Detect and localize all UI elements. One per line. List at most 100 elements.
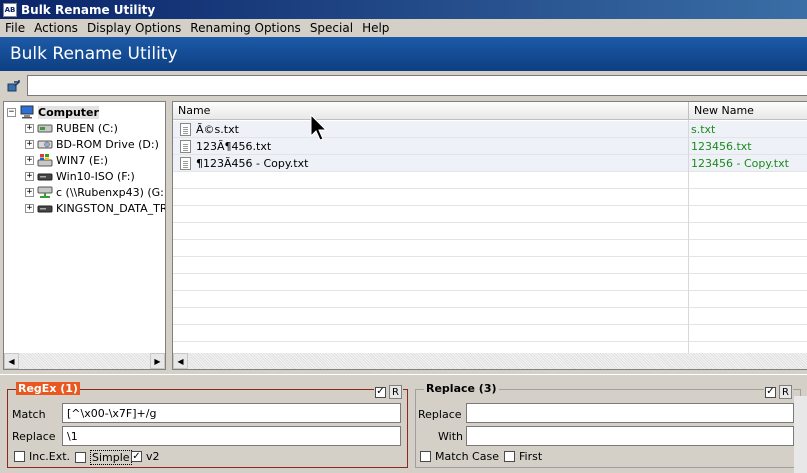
column-header-new-name[interactable]: New Name xyxy=(689,102,807,120)
empty-row xyxy=(173,274,807,291)
expand-icon[interactable]: + xyxy=(25,171,34,181)
scroll-track[interactable] xyxy=(19,353,150,369)
with-input[interactable] xyxy=(466,426,794,446)
menu-special[interactable]: Special xyxy=(307,21,356,35)
empty-row xyxy=(173,325,807,342)
scroll-left-icon[interactable]: ◀ xyxy=(4,353,19,369)
regex-group-controls: ✓ R xyxy=(374,385,403,399)
path-bar xyxy=(0,74,807,98)
hard-drive-icon xyxy=(37,124,53,133)
tree-label-drive: c (\\Rubenxp43) (G:) xyxy=(56,185,166,199)
first-label: First xyxy=(519,450,543,463)
regex-match-input[interactable] xyxy=(62,403,401,423)
tree-label-computer: Computer xyxy=(38,105,99,119)
tree-node-drive[interactable]: + RUBEN (C:) xyxy=(25,120,118,136)
tree-label-drive: KINGSTON_DATA_TR... xyxy=(56,201,166,215)
column-divider xyxy=(688,120,689,355)
expand-icon[interactable]: + xyxy=(25,123,34,133)
v2-label: v2 xyxy=(146,450,160,463)
tree-label-drive: RUBEN (C:) xyxy=(56,121,118,135)
file-list: Name New Name Ã©s.txt s.txt 123Ã¶456.txt… xyxy=(172,101,807,370)
tree-node-drive[interactable]: + KINGSTON_DATA_TR... xyxy=(25,200,166,216)
menu-actions[interactable]: Actions xyxy=(31,21,81,35)
path-browse-button[interactable] xyxy=(5,78,22,95)
scroll-left-icon[interactable]: ◀ xyxy=(173,353,188,369)
scroll-track[interactable] xyxy=(188,353,807,369)
regex-enable-checkbox[interactable]: ✓ xyxy=(375,386,386,398)
regex-reset-button[interactable]: R xyxy=(389,385,402,399)
first-option[interactable]: First xyxy=(504,450,542,463)
column-header-name[interactable]: Name xyxy=(173,102,689,120)
expand-icon[interactable]: + xyxy=(25,155,34,165)
regex-replace-input[interactable] xyxy=(62,426,401,446)
file-name: ¶123Ã456 - Copy.txt xyxy=(196,157,309,170)
replace-reset-button[interactable]: R xyxy=(779,385,792,399)
renaming-options-area: RegEx (1) ✓ R Match Replace Inc.Ext. Sim… xyxy=(0,374,807,473)
file-name-cell: 123Ã¶456.txt xyxy=(180,138,271,155)
tree-node-drive[interactable]: + BD-ROM Drive (D:) xyxy=(25,136,159,152)
simple-option[interactable]: Simple xyxy=(75,450,132,465)
menu-help[interactable]: Help xyxy=(359,21,392,35)
menu-file[interactable]: File xyxy=(2,21,28,35)
path-input[interactable] xyxy=(27,75,807,96)
tree-horizontal-scrollbar[interactable]: ◀ ▶ xyxy=(4,353,165,369)
expand-icon[interactable]: + xyxy=(25,139,34,149)
empty-row xyxy=(173,223,807,240)
computer-icon xyxy=(20,105,34,119)
text-file-icon xyxy=(180,140,191,153)
file-row[interactable]: 123Ã¶456.txt 123456.txt xyxy=(173,138,807,155)
tree-node-computer[interactable]: − Computer xyxy=(7,104,99,120)
regex-replace-label: Replace xyxy=(12,430,56,443)
usb-drive-icon xyxy=(37,173,53,181)
new-file-name: s.txt xyxy=(691,123,716,136)
tree-label-drive: BD-ROM Drive (D:) xyxy=(56,137,159,151)
file-name: 123Ã¶456.txt xyxy=(196,140,272,153)
inc-ext-checkbox[interactable] xyxy=(14,451,25,462)
match-case-option[interactable]: Match Case xyxy=(420,450,499,463)
inc-ext-label: Inc.Ext. xyxy=(29,450,71,463)
match-case-label: Match Case xyxy=(435,450,499,463)
tree-node-drive[interactable]: + c (\\Rubenxp43) (G:) xyxy=(25,184,166,200)
simple-checkbox[interactable] xyxy=(75,452,86,463)
expand-icon[interactable]: + xyxy=(25,187,34,197)
empty-row xyxy=(173,308,807,325)
folder-arrow-icon xyxy=(7,80,20,92)
first-checkbox[interactable] xyxy=(504,451,515,462)
empty-row xyxy=(173,291,807,308)
replace-enable-checkbox[interactable]: ✓ xyxy=(765,386,776,398)
mouse-cursor-icon xyxy=(310,114,328,141)
network-drive-icon xyxy=(37,186,53,198)
replace-input[interactable] xyxy=(466,403,794,423)
file-row[interactable]: Ã©s.txt s.txt xyxy=(173,121,807,138)
tree-label-drive: Win10-ISO (F:) xyxy=(56,169,135,183)
scroll-right-icon[interactable]: ▶ xyxy=(150,353,165,369)
replace-label: Replace xyxy=(418,408,462,421)
app-banner: Bulk Rename Utility xyxy=(0,37,807,71)
usb-drive-icon xyxy=(37,205,53,213)
v2-checkbox[interactable]: ✓ xyxy=(131,451,142,462)
options-vertical-scrollbar[interactable] xyxy=(794,396,807,473)
regex-match-label: Match xyxy=(12,408,46,421)
collapse-icon[interactable]: − xyxy=(7,107,16,117)
match-case-checkbox[interactable] xyxy=(420,451,431,462)
text-file-icon xyxy=(180,123,191,136)
menu-renaming-options[interactable]: Renaming Options xyxy=(187,21,304,35)
window-title: Bulk Rename Utility xyxy=(21,2,156,17)
file-row[interactable]: ¶123Ã456 - Copy.txt 123456 - Copy.txt xyxy=(173,155,807,172)
expand-icon[interactable]: + xyxy=(25,203,34,213)
replace-group: Replace (3) ✓ R Replace With Match Case … xyxy=(415,382,801,468)
optical-drive-icon xyxy=(37,140,53,149)
inc-ext-option[interactable]: Inc.Ext. xyxy=(14,450,70,463)
replace-group-title: Replace (3) xyxy=(424,382,499,395)
menu-display-options[interactable]: Display Options xyxy=(84,21,184,35)
tree-node-drive[interactable]: + WIN7 (E:) xyxy=(25,152,108,168)
empty-row xyxy=(173,189,807,206)
file-name-cell: ¶123Ã456 - Copy.txt xyxy=(180,155,308,172)
v2-option[interactable]: ✓ v2 xyxy=(131,450,160,463)
tree-label-drive: WIN7 (E:) xyxy=(56,153,109,167)
file-list-horizontal-scrollbar[interactable]: ◀ xyxy=(173,353,807,369)
tree-node-drive[interactable]: + Win10-ISO (F:) xyxy=(25,168,135,184)
title-bar: AB Bulk Rename Utility xyxy=(0,0,807,19)
empty-row xyxy=(173,206,807,223)
empty-row xyxy=(173,257,807,274)
